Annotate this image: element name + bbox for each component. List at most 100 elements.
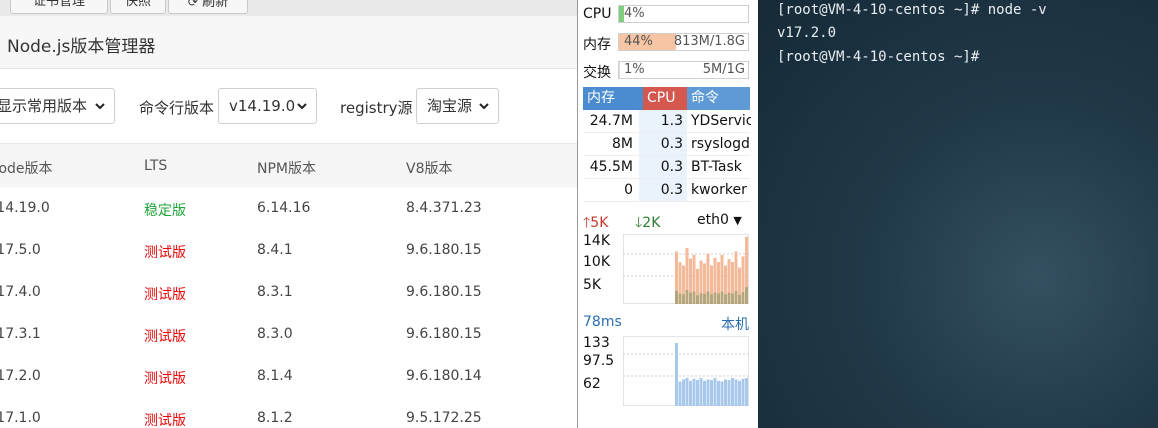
tab-certificate-management[interactable]: 证书管理 — [10, 0, 108, 14]
refresh-button[interactable]: ⟳ 刷新 — [168, 0, 248, 14]
traffic-bar-secondary — [706, 291, 710, 304]
registry-select[interactable]: 淘宝源 — [416, 88, 499, 124]
table-row[interactable]: v17.1.0 测试版 8.1.2 9.5.172.25 — [0, 397, 578, 428]
select-value: v14.19.0 — [229, 97, 296, 115]
traffic-bar-secondary — [727, 292, 731, 304]
terminal-window[interactable]: [root@VM-4-10-centos ~]# node -v v17.2.0… — [758, 0, 1158, 428]
traffic-bar-secondary — [713, 292, 717, 304]
process-row[interactable]: 0 0.3 kworker — [583, 179, 750, 202]
node-version-cell: v17.2.0 — [0, 368, 41, 384]
cpu-label: CPU — [583, 6, 612, 22]
traffic-bar-secondary — [678, 293, 682, 304]
traffic-bar — [710, 380, 713, 406]
traffic-bar — [682, 379, 685, 406]
traffic-bar-secondary — [724, 294, 727, 304]
node-version-cell: v17.5.0 — [0, 242, 41, 258]
traffic-bar — [727, 380, 731, 406]
process-command: rsyslogd — [691, 136, 750, 152]
table-row[interactable]: v17.2.0 测试版 8.1.4 9.6.180.14 — [0, 355, 578, 398]
traffic-bar — [731, 378, 734, 406]
panel-title: Node.js版本管理器 — [7, 37, 156, 57]
node-version-cell: v17.1.0 — [0, 410, 41, 426]
interface-name: eth0 — [697, 212, 729, 228]
process-cpu: 0.3 — [639, 156, 687, 178]
column-header-npm-version: NPM版本 — [257, 161, 316, 177]
panel-header: Node.js版本管理器 — [0, 16, 578, 69]
traffic-bar-secondary — [745, 287, 748, 304]
npm-version-cell: 8.3.1 — [257, 284, 293, 300]
v8-version-cell: 9.6.180.14 — [406, 368, 482, 384]
net-axis-label: 5K — [583, 277, 602, 293]
network-chart — [623, 234, 749, 304]
traffic-bar — [720, 381, 724, 406]
chevron-down-icon — [95, 103, 105, 110]
latency-target[interactable]: 本机 — [721, 314, 749, 334]
cli-version-select[interactable]: v14.19.0 — [218, 88, 317, 124]
traffic-bar — [734, 379, 738, 406]
traffic-bar — [738, 380, 741, 406]
terminal-line: v17.2.0 — [777, 25, 837, 41]
traffic-bar-secondary — [685, 290, 689, 304]
process-table: 内存 CPU 命令 24.7M1.3YDService 8M 0.3rsyslogd… — [583, 87, 751, 202]
select-value: 淘宝源 — [427, 97, 473, 115]
traffic-bar — [706, 379, 710, 406]
chevron-down-icon — [297, 103, 307, 110]
chevron-down-icon — [479, 103, 489, 110]
traffic-bar — [717, 380, 720, 406]
download-rate: 🡓2K — [635, 215, 661, 231]
v8-version-cell: 8.4.371.23 — [406, 200, 482, 216]
traffic-bar-secondary — [689, 292, 692, 304]
swap-usage-fill — [619, 62, 621, 78]
traffic-bar — [745, 378, 748, 406]
process-memory: 45.5M — [589, 159, 633, 175]
traffic-bar-secondary — [710, 294, 713, 304]
v8-version-cell: 9.6.180.15 — [406, 326, 482, 342]
table-row[interactable]: v14.19.0 稳定版 6.14.16 8.4.371.23 — [0, 187, 578, 230]
memory-usage-bar: 44% 813M/1.8G — [618, 33, 749, 51]
traffic-bar — [724, 379, 727, 406]
traffic-bar-secondary — [738, 294, 741, 304]
swap-usage-bar: 1% 5M/1G — [618, 61, 749, 79]
terminal-line: [root@VM-4-10-centos ~]# node -v — [777, 2, 1047, 18]
traffic-bar — [689, 380, 692, 406]
table-row[interactable]: v17.3.1 测试版 8.3.0 9.6.180.15 — [0, 313, 578, 356]
traffic-bar-secondary — [692, 291, 696, 304]
process-row[interactable]: 8M 0.3 rsyslogd — [583, 133, 750, 156]
process-memory: 0 — [624, 182, 633, 198]
process-header-memory[interactable]: 内存 — [583, 87, 643, 110]
tab-label: 刷新 — [202, 0, 229, 10]
process-cpu: 0.3 — [639, 133, 687, 155]
tab-snapshot[interactable]: 快照 — [110, 0, 166, 14]
process-memory: 8M — [612, 136, 633, 152]
process-row[interactable]: 45.5M 0.3 BT-Task — [583, 156, 750, 179]
traffic-bar-secondary — [699, 293, 703, 304]
latency-value: 78ms — [583, 314, 622, 330]
process-header-command[interactable]: 命令 — [687, 87, 750, 110]
registry-label: registry源 — [340, 99, 413, 117]
process-memory: 24.7M — [589, 113, 633, 129]
swap-amount: 5M/1G — [702, 62, 745, 77]
net-axis-label: 10K — [583, 254, 610, 270]
tab-label: 证书管理 — [32, 0, 85, 9]
traffic-bar-secondary — [720, 291, 724, 304]
table-row[interactable]: v17.5.0 测试版 8.4.1 9.6.180.15 — [0, 229, 578, 272]
table-row[interactable]: v17.4.0 测试版 8.3.1 9.6.180.15 — [0, 271, 578, 314]
traffic-bar — [696, 380, 699, 406]
process-header-cpu[interactable]: CPU — [643, 87, 687, 110]
v8-version-cell: 9.6.180.15 — [406, 284, 482, 300]
traffic-bar-secondary — [703, 293, 706, 304]
process-command: BT-Task — [691, 159, 742, 175]
swap-label: 交换 — [583, 65, 611, 81]
traffic-bar-secondary — [696, 295, 699, 304]
traffic-bar — [678, 381, 682, 406]
process-command: kworker — [691, 182, 747, 198]
process-row[interactable]: 24.7M 1.3YDService — [583, 110, 751, 133]
column-header-node-version: Node版本 — [0, 161, 53, 177]
traffic-bar-secondary — [741, 292, 745, 304]
traffic-bar-secondary — [682, 294, 685, 304]
lts-cell: 稳定版 — [144, 203, 186, 219]
interface-select[interactable]: eth0 ▼ — [697, 212, 742, 228]
node-version-cell: v17.3.1 — [0, 326, 41, 342]
traffic-bar-secondary — [731, 293, 734, 304]
version-filter-select[interactable]: 显示常用版本 — [0, 88, 115, 124]
